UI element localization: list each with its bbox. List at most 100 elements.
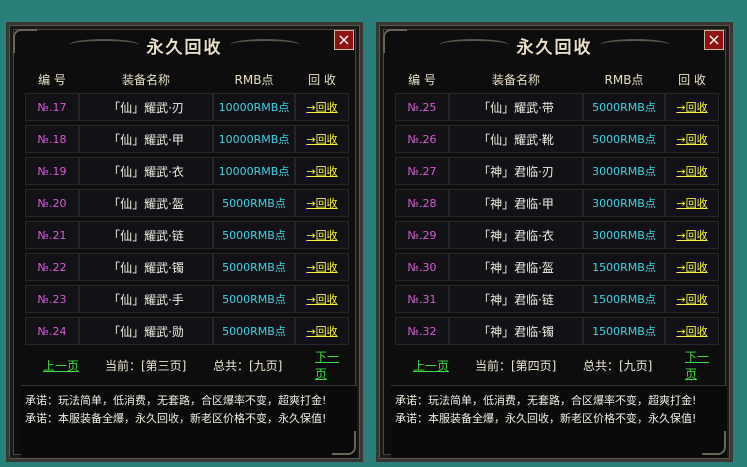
item-name: 「神」君临·镯 bbox=[449, 317, 583, 345]
item-price: 5000RMB点 bbox=[213, 317, 295, 345]
item-name: 「仙」耀武·镯 bbox=[79, 253, 213, 281]
panel-title-bar: 永久回收 bbox=[379, 25, 730, 65]
header-price: RMB点 bbox=[234, 72, 274, 87]
table-row: №.22 「仙」耀武·镯 5000RMB点 →回收 bbox=[25, 252, 349, 282]
item-name: 「仙」耀武·勋 bbox=[79, 317, 213, 345]
pager: 上一页 当前：[第四页] 总共：[九页] 下一页 bbox=[395, 350, 719, 381]
table-row: №.24 「仙」耀武·勋 5000RMB点 →回收 bbox=[25, 316, 349, 346]
recycle-link[interactable]: →回收 bbox=[665, 285, 719, 313]
item-price: 10000RMB点 bbox=[213, 93, 295, 121]
item-name: 「仙」耀武·衣 bbox=[79, 157, 213, 185]
item-number: №.23 bbox=[25, 285, 79, 313]
recycle-link[interactable]: →回收 bbox=[295, 93, 349, 121]
promise-notes: 承诺：玩法简单，低消费，无套路，合区爆率不变，超爽打金! 承诺：本服装备全爆，永… bbox=[391, 385, 727, 458]
item-number: №.18 bbox=[25, 125, 79, 153]
item-price: 1500RMB点 bbox=[583, 285, 665, 313]
item-number: №.22 bbox=[25, 253, 79, 281]
item-price: 10000RMB点 bbox=[213, 157, 295, 185]
table-row: №.21 「仙」耀武·链 5000RMB点 →回收 bbox=[25, 220, 349, 250]
pager: 上一页 当前：[第三页] 总共：[九页] 下一页 bbox=[25, 350, 349, 381]
item-price: 5000RMB点 bbox=[583, 93, 665, 121]
item-number: №.24 bbox=[25, 317, 79, 345]
recycle-link[interactable]: →回收 bbox=[665, 125, 719, 153]
recycle-link[interactable]: →回收 bbox=[295, 221, 349, 249]
item-number: №.20 bbox=[25, 189, 79, 217]
panel-title: 永久回收 bbox=[146, 37, 223, 58]
prev-page-link[interactable]: 上一页 bbox=[413, 357, 449, 374]
table-row: №.25 「仙」耀武·带 5000RMB点 →回收 bbox=[395, 92, 719, 122]
header-no: 编 号 bbox=[408, 72, 436, 87]
recycle-link[interactable]: →回收 bbox=[665, 93, 719, 121]
next-page-link[interactable]: 下一页 bbox=[315, 348, 349, 382]
table-row: №.31 「神」君临·链 1500RMB点 →回收 bbox=[395, 284, 719, 314]
item-price: 5000RMB点 bbox=[583, 125, 665, 153]
table-row: №.30 「神」君临·盔 1500RMB点 →回收 bbox=[395, 252, 719, 282]
item-price: 1500RMB点 bbox=[583, 253, 665, 281]
title-ornament bbox=[69, 39, 139, 51]
table-row: №.18 「仙」耀武·甲 10000RMB点 →回收 bbox=[25, 124, 349, 154]
recycle-panel-right: 永久回收 × 编 号 装备名称 RMB点 回 收 №.25 「仙」耀武·带 50… bbox=[376, 22, 733, 462]
panel-title: 永久回收 bbox=[516, 37, 593, 58]
recycle-link[interactable]: →回收 bbox=[665, 221, 719, 249]
item-name: 「仙」耀武·链 bbox=[79, 221, 213, 249]
item-price: 3000RMB点 bbox=[583, 189, 665, 217]
item-price: 5000RMB点 bbox=[213, 189, 295, 217]
total-pages-label: 总共：[九页] bbox=[583, 358, 653, 373]
table-row: №.20 「仙」耀武·盔 5000RMB点 →回收 bbox=[25, 188, 349, 218]
recycle-table: 编 号 装备名称 RMB点 回 收 №.17 「仙」耀武·刃 10000RMB点… bbox=[25, 68, 349, 346]
recycle-link[interactable]: →回收 bbox=[295, 285, 349, 313]
item-name: 「神」君临·甲 bbox=[449, 189, 583, 217]
item-price: 10000RMB点 bbox=[213, 125, 295, 153]
promise-notes: 承诺：玩法简单，低消费，无套路，合区爆率不变，超爽打金! 承诺：本服装备全爆，永… bbox=[21, 385, 357, 458]
item-number: №.19 bbox=[25, 157, 79, 185]
close-button[interactable]: × bbox=[334, 30, 354, 50]
item-name: 「神」君临·盔 bbox=[449, 253, 583, 281]
title-ornament bbox=[230, 39, 300, 51]
table-row: №.19 「仙」耀武·衣 10000RMB点 →回收 bbox=[25, 156, 349, 186]
item-price: 5000RMB点 bbox=[213, 221, 295, 249]
promise-note: 承诺：玩法简单，低消费，无套路，合区爆率不变，超爽打金! bbox=[25, 394, 327, 407]
item-number: №.21 bbox=[25, 221, 79, 249]
item-name: 「仙」耀武·刃 bbox=[79, 93, 213, 121]
next-page-link[interactable]: 下一页 bbox=[685, 348, 719, 382]
item-name: 「神」君临·链 bbox=[449, 285, 583, 313]
item-number: №.27 bbox=[395, 157, 449, 185]
item-number: №.32 bbox=[395, 317, 449, 345]
item-name: 「神」君临·衣 bbox=[449, 221, 583, 249]
recycle-link[interactable]: →回收 bbox=[665, 317, 719, 345]
table-row: №.26 「仙」耀武·靴 5000RMB点 →回收 bbox=[395, 124, 719, 154]
item-number: №.31 bbox=[395, 285, 449, 313]
item-price: 1500RMB点 bbox=[583, 317, 665, 345]
recycle-link[interactable]: →回收 bbox=[665, 253, 719, 281]
recycle-link[interactable]: →回收 bbox=[295, 157, 349, 185]
item-price: 5000RMB点 bbox=[213, 253, 295, 281]
recycle-link[interactable]: →回收 bbox=[295, 125, 349, 153]
header-action: 回 收 bbox=[678, 72, 706, 87]
item-name: 「仙」耀武·盔 bbox=[79, 189, 213, 217]
item-number: №.30 bbox=[395, 253, 449, 281]
recycle-table: 编 号 装备名称 RMB点 回 收 №.25 「仙」耀武·带 5000RMB点 … bbox=[395, 68, 719, 346]
prev-page-link[interactable]: 上一页 bbox=[43, 357, 79, 374]
item-name: 「仙」耀武·甲 bbox=[79, 125, 213, 153]
close-button[interactable]: × bbox=[704, 30, 724, 50]
table-row: №.32 「神」君临·镯 1500RMB点 →回收 bbox=[395, 316, 719, 346]
recycle-link[interactable]: →回收 bbox=[295, 317, 349, 345]
title-ornament bbox=[439, 39, 509, 51]
recycle-link[interactable]: →回收 bbox=[665, 157, 719, 185]
recycle-link[interactable]: →回收 bbox=[295, 253, 349, 281]
header-name: 装备名称 bbox=[491, 72, 540, 87]
promise-note: 承诺：本服装备全爆，永久回收，新老区价格不变，永久保值! bbox=[395, 412, 697, 425]
recycle-link[interactable]: →回收 bbox=[295, 189, 349, 217]
total-pages-label: 总共：[九页] bbox=[213, 358, 283, 373]
item-price: 3000RMB点 bbox=[583, 221, 665, 249]
item-number: №.28 bbox=[395, 189, 449, 217]
recycle-link[interactable]: →回收 bbox=[665, 189, 719, 217]
header-name: 装备名称 bbox=[121, 72, 170, 87]
recycle-panel-left: 永久回收 × 编 号 装备名称 RMB点 回 收 №.17 「仙」耀武·刃 10… bbox=[6, 22, 363, 462]
table-row: №.27 「神」君临·刃 3000RMB点 →回收 bbox=[395, 156, 719, 186]
promise-note: 承诺：本服装备全爆，永久回收，新老区价格不变，永久保值! bbox=[25, 412, 327, 425]
table-row: №.23 「仙」耀武·手 5000RMB点 →回收 bbox=[25, 284, 349, 314]
table-header: 编 号 装备名称 RMB点 回 收 bbox=[395, 68, 719, 90]
table-row: №.17 「仙」耀武·刃 10000RMB点 →回收 bbox=[25, 92, 349, 122]
title-ornament bbox=[600, 39, 670, 51]
